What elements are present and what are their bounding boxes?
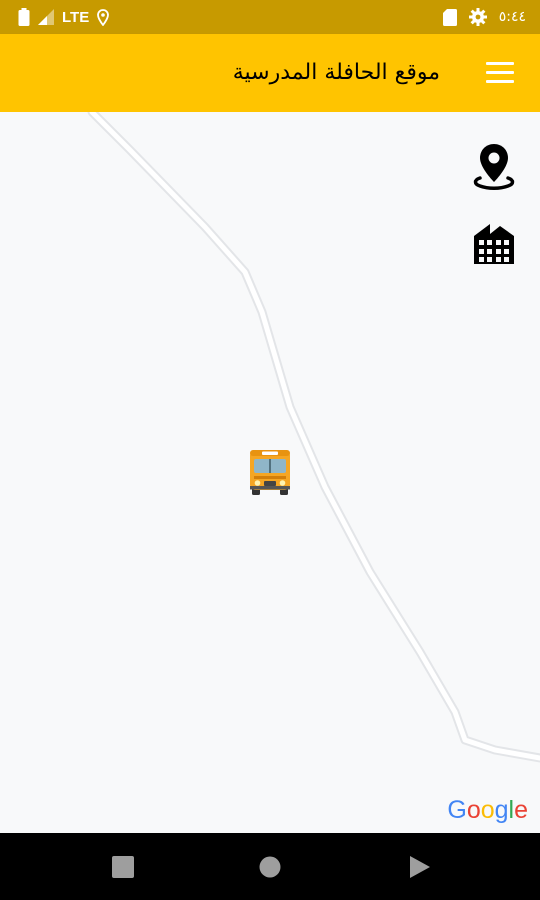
battery-icon — [18, 8, 30, 26]
app-bar: موقع الحافلة المدرسية — [0, 34, 540, 112]
system-nav-bar — [0, 833, 540, 900]
my-location-button[interactable] — [470, 142, 518, 190]
google-letter: G — [447, 796, 467, 824]
building-icon — [474, 224, 514, 264]
map-pin-icon — [473, 144, 515, 190]
google-attribution: Google — [447, 796, 528, 825]
school-button[interactable] — [470, 220, 518, 268]
location-icon — [97, 8, 110, 26]
network-type: LTE — [62, 8, 90, 26]
google-letter: e — [514, 796, 528, 824]
hamburger-menu-icon[interactable] — [486, 60, 516, 86]
school-bus-marker[interactable] — [248, 448, 292, 496]
back-icon — [410, 855, 430, 878]
page-title: موقع الحافلة المدرسية — [232, 60, 440, 85]
map-view[interactable]: Google — [0, 112, 540, 833]
back-button[interactable] — [390, 833, 450, 900]
status-bar-right: ٥:٤٤ — [442, 0, 526, 34]
settings-icon — [468, 8, 487, 26]
clock: ٥:٤٤ — [498, 9, 526, 25]
recent-apps-icon — [112, 855, 134, 878]
recent-apps-button[interactable] — [93, 833, 153, 900]
google-letter: o — [480, 796, 495, 824]
home-icon — [259, 856, 281, 877]
google-letter: g — [494, 796, 509, 824]
status-bar-left: LTE — [18, 0, 110, 34]
signal-icon — [38, 9, 54, 25]
sd-card-icon — [442, 8, 457, 26]
home-button[interactable] — [240, 833, 300, 900]
google-letter: o — [466, 796, 481, 824]
school-bus-icon — [250, 450, 290, 495]
status-bar: LTE ٥:٤٤ — [0, 0, 540, 34]
